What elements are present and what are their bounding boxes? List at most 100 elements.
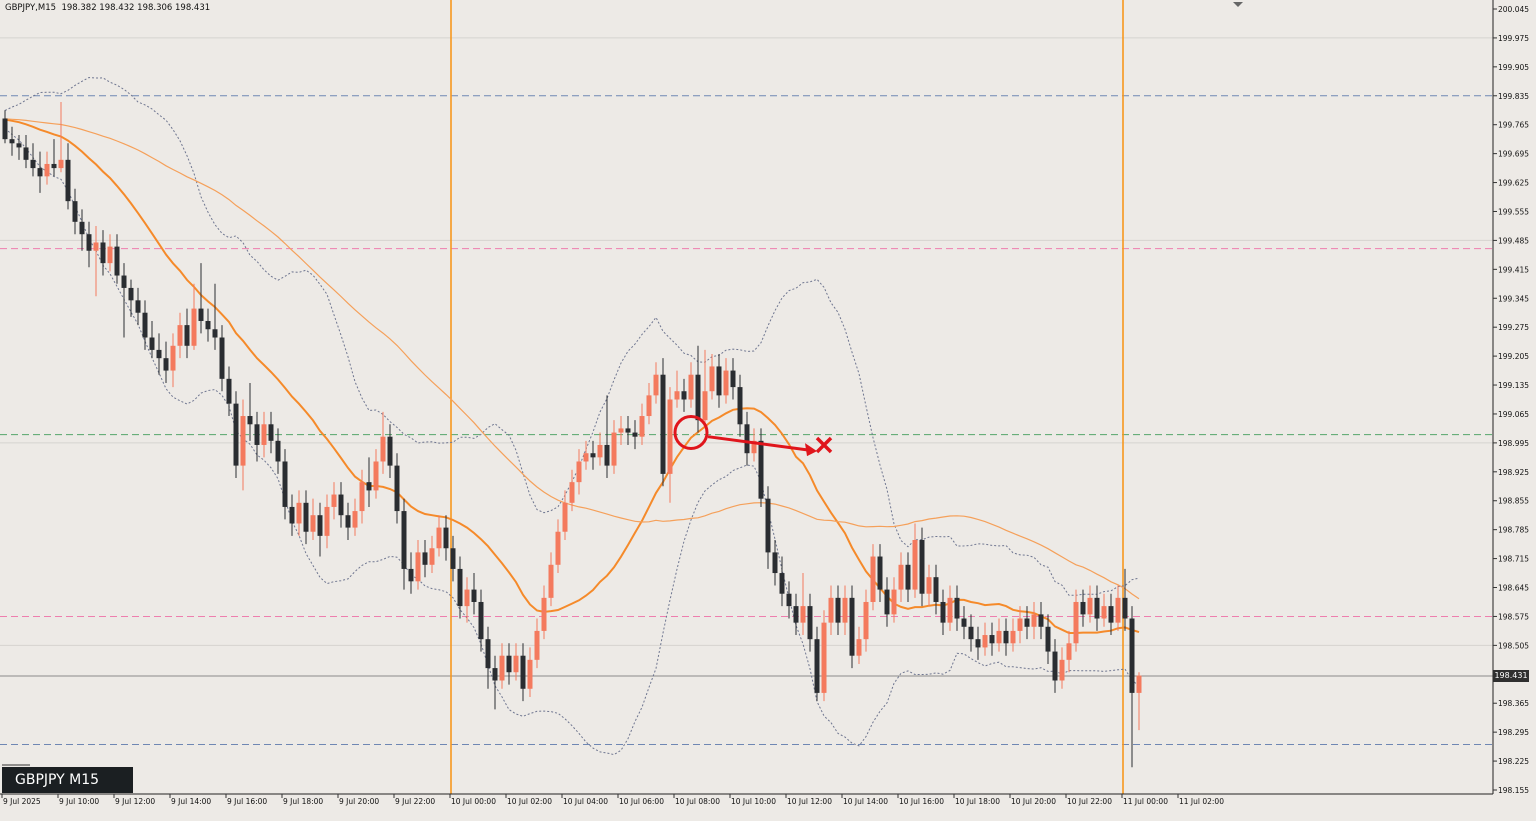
candle-body[interactable] (457, 568, 463, 607)
candle-body[interactable] (716, 366, 722, 396)
candle-body[interactable] (100, 242, 106, 264)
candle-body[interactable] (926, 577, 932, 594)
candle-body[interactable] (996, 630, 1002, 644)
candle-body[interactable] (548, 564, 554, 598)
candle-body[interactable] (800, 606, 806, 623)
candle-body[interactable] (114, 246, 120, 276)
candle-body[interactable] (191, 308, 197, 346)
candle-body[interactable] (1010, 630, 1016, 644)
candle-body[interactable] (520, 655, 526, 689)
candle-body[interactable] (653, 374, 659, 396)
candle-body[interactable] (842, 597, 848, 623)
candle-body[interactable] (1122, 597, 1128, 619)
candle-body[interactable] (1073, 601, 1079, 644)
candle-body[interactable] (373, 461, 379, 491)
candle-body[interactable] (562, 502, 568, 532)
candle-body[interactable] (709, 366, 715, 392)
candle-body[interactable] (394, 465, 400, 512)
candle-body[interactable] (219, 337, 225, 379)
candle-body[interactable] (261, 424, 267, 445)
candle-body[interactable] (1115, 597, 1121, 623)
candle-body[interactable] (345, 515, 351, 528)
candle-body[interactable] (247, 416, 253, 425)
candle-body[interactable] (366, 482, 372, 491)
candle-body[interactable] (107, 246, 113, 264)
candle-body[interactable] (338, 494, 344, 516)
candle-body[interactable] (16, 143, 22, 148)
candle-body[interactable] (2, 118, 8, 140)
candle-body[interactable] (779, 573, 785, 594)
candle-body[interactable] (436, 527, 442, 549)
candle-body[interactable] (30, 159, 36, 169)
candle-body[interactable] (1101, 606, 1107, 619)
candle-body[interactable] (1003, 630, 1009, 644)
candle-body[interactable] (443, 527, 449, 549)
candle-body[interactable] (163, 358, 169, 371)
candle-body[interactable] (898, 564, 904, 590)
candle-body[interactable] (688, 374, 694, 400)
candle-body[interactable] (1024, 618, 1030, 627)
candle-body[interactable] (625, 428, 631, 433)
candle-body[interactable] (905, 564, 911, 590)
candle-body[interactable] (597, 444, 603, 458)
candle-body[interactable] (380, 436, 386, 462)
candle-body[interactable] (205, 320, 211, 330)
candle-body[interactable] (975, 639, 981, 648)
candle-body[interactable] (1108, 606, 1114, 623)
candle-body[interactable] (93, 242, 99, 251)
candle-body[interactable] (695, 374, 701, 421)
candle-body[interactable] (1087, 597, 1093, 615)
candle-body[interactable] (422, 552, 428, 565)
candle-body[interactable] (86, 234, 92, 251)
candle-body[interactable] (919, 539, 925, 594)
candle-body[interactable] (128, 287, 134, 301)
candle-body[interactable] (156, 349, 162, 359)
candle-body[interactable] (772, 552, 778, 574)
candle-body[interactable] (275, 440, 281, 462)
candle-body[interactable] (835, 597, 841, 623)
candle-body[interactable] (828, 597, 834, 623)
candle-body[interactable] (1136, 675, 1142, 693)
candle-body[interactable] (576, 461, 582, 483)
candle-body[interactable] (492, 668, 498, 681)
candle-body[interactable] (555, 531, 561, 565)
candle-body[interactable] (940, 601, 946, 623)
candle-body[interactable] (331, 494, 337, 507)
candle-body[interactable] (912, 539, 918, 590)
candle-body[interactable] (429, 548, 435, 565)
candle-body[interactable] (863, 601, 869, 640)
candle-body[interactable] (506, 655, 512, 673)
candle-body[interactable] (478, 601, 484, 640)
candle-body[interactable] (44, 163, 50, 177)
candle-body[interactable] (814, 639, 820, 693)
candle-body[interactable] (1129, 618, 1135, 693)
candle-body[interactable] (730, 370, 736, 388)
candle-body[interactable] (891, 589, 897, 615)
candle-body[interactable] (65, 159, 71, 202)
candle-body[interactable] (37, 168, 43, 177)
candle-body[interactable] (23, 147, 29, 160)
candle-body[interactable] (317, 515, 323, 536)
candle-body[interactable] (870, 556, 876, 602)
candle-body[interactable] (744, 424, 750, 454)
candle-body[interactable] (954, 597, 960, 619)
candle-body[interactable] (254, 424, 260, 445)
candle-body[interactable] (310, 515, 316, 532)
candle-body[interactable] (1066, 643, 1072, 660)
candle-body[interactable] (611, 432, 617, 466)
candle-body[interactable] (450, 548, 456, 569)
candle-body[interactable] (961, 618, 967, 627)
candle-body[interactable] (198, 308, 204, 321)
candle-body[interactable] (968, 626, 974, 640)
candle-body[interactable] (72, 201, 78, 222)
candle-body[interactable] (884, 589, 890, 615)
candle-body[interactable] (142, 312, 148, 338)
candle-body[interactable] (1017, 618, 1023, 631)
candle-body[interactable] (170, 345, 176, 371)
candle-body[interactable] (485, 639, 491, 669)
candle-body[interactable] (982, 635, 988, 648)
candle-body[interactable] (233, 403, 239, 466)
candle-body[interactable] (765, 498, 771, 553)
candle-body[interactable] (758, 440, 764, 499)
candle-body[interactable] (877, 556, 883, 590)
